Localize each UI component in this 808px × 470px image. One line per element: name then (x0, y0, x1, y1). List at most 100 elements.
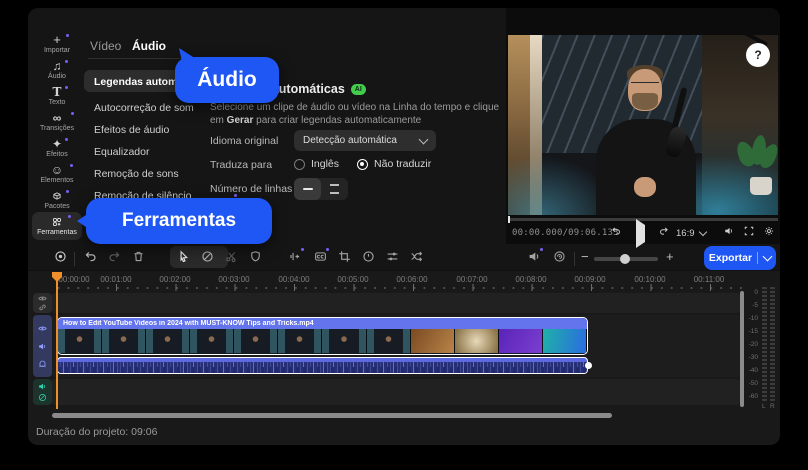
ruler-label: 00:00:00 (58, 275, 89, 284)
undo-icon[interactable] (84, 250, 97, 263)
tools-callout-label: Ferramentas (122, 210, 236, 232)
two-lines-option[interactable] (321, 178, 348, 200)
track-overlay-empty[interactable] (52, 293, 740, 313)
ghost-icon[interactable] (38, 359, 47, 368)
skip-forward-icon[interactable] (659, 226, 669, 236)
sidebar-item-import[interactable]: + Importar (32, 32, 82, 56)
notification-dot (301, 248, 304, 251)
person-hands (634, 177, 656, 197)
transport-controls: 00:00.000/09:06.133 16:9 (506, 224, 780, 244)
loop-shuffle-icon[interactable] (410, 250, 423, 263)
aspect-ratio-dropdown[interactable]: 16:9 (676, 228, 706, 239)
adjustments-sliders-icon[interactable] (386, 250, 399, 263)
plant (736, 133, 778, 193)
tab-video[interactable]: Vídeo (90, 39, 121, 53)
horizontal-scrollbar[interactable] (52, 413, 612, 418)
vu-meter-left (762, 287, 767, 401)
play-button[interactable] (636, 225, 645, 243)
language-dropdown[interactable]: Detecção automática (294, 130, 436, 151)
link-clips-icon[interactable] (201, 250, 214, 263)
video-clip-thumbnails (58, 329, 587, 353)
audio-clip[interactable] (57, 357, 588, 374)
ruler-label: 00:03:00 (218, 275, 249, 284)
pointer-tool-icon[interactable] (177, 250, 190, 263)
audio-levels-icon[interactable] (289, 250, 302, 263)
fullscreen-icon[interactable] (744, 226, 754, 236)
two-lines-icon (330, 184, 339, 194)
package-icon (52, 191, 62, 202)
sidebar-item-audio[interactable]: ♫ Áudio (32, 58, 82, 82)
marker-shield-icon[interactable] (249, 250, 262, 263)
sidebar-item-tools[interactable]: Ferramentas (32, 212, 82, 240)
ruler-label: 00:10:00 (634, 275, 665, 284)
track-video-header (33, 315, 52, 377)
radio-no-translate[interactable]: Não traduzir (357, 158, 431, 170)
eye-icon[interactable] (38, 294, 47, 303)
menu-item-equalizer[interactable]: Equalizador (94, 146, 244, 158)
notification-dot (65, 138, 68, 141)
help-button[interactable]: ? (746, 43, 770, 67)
track-audio-empty[interactable] (52, 379, 740, 405)
link-off-icon[interactable] (38, 393, 47, 402)
sidebar-item-label: Áudio (48, 73, 66, 80)
audio-mixer-icon[interactable] (553, 250, 566, 263)
meter-scale-label: -60 (744, 393, 758, 400)
volume-icon[interactable] (724, 226, 734, 236)
timeline-ruler-ticks[interactable] (52, 284, 742, 291)
timeline-volume-icon[interactable] (528, 250, 541, 263)
eye-icon[interactable] (38, 324, 47, 333)
aspect-ratio-value: 16:9 (676, 228, 695, 239)
sidebar-item-effects[interactable]: ✦ Efeitos (32, 136, 82, 160)
notification-dot (66, 34, 69, 37)
sidebar-item-elements[interactable]: ☺ Elementos (32, 162, 82, 186)
export-button[interactable]: Exportar (704, 246, 776, 270)
radio-label: Inglês (311, 158, 339, 170)
export-options-chevron[interactable] (758, 256, 776, 260)
smiley-icon: ☺ (51, 165, 63, 176)
sidebar-item-transitions[interactable]: ∞ Transições (32, 110, 82, 134)
audio-waveform-detail (58, 367, 587, 373)
record-icon[interactable] (54, 250, 67, 263)
zoom-slider-handle[interactable] (620, 254, 630, 264)
ruler-label: 00:04:00 (278, 275, 309, 284)
notification-dot (65, 60, 68, 63)
zoom-out-button[interactable]: − (581, 249, 589, 264)
delete-trash-icon[interactable] (132, 250, 145, 263)
link-icon[interactable] (38, 303, 47, 312)
playhead-pin[interactable] (51, 271, 63, 283)
sidebar-item-label: Texto (49, 99, 66, 106)
ruler-label: 00:11:00 (694, 275, 725, 284)
sidebar-item-packages[interactable]: Pacotes (32, 188, 82, 212)
zoom-in-button[interactable]: + (666, 249, 674, 264)
speaker-icon[interactable] (38, 382, 47, 391)
tab-audio[interactable]: Áudio (132, 39, 166, 53)
speed-clock-icon[interactable] (362, 250, 375, 263)
sidebar-item-label: Transições (40, 125, 74, 132)
meter-scale-label: -40 (744, 367, 758, 374)
notification-dot (68, 215, 71, 218)
clip-resize-handle[interactable] (585, 362, 592, 369)
playhead-line[interactable] (56, 273, 58, 409)
preview-panel: ? 00:00.000/09:06.133 16:9 (506, 8, 780, 244)
ruler-label: 00:06:00 (396, 275, 427, 284)
radio-english[interactable]: Inglês (294, 158, 339, 170)
language-label: Idioma original (210, 135, 278, 147)
crop-icon[interactable] (338, 250, 351, 263)
sidebar-item-label: Efeitos (46, 151, 67, 158)
video-clip-title: How to Edit YouTube Videos in 2024 with … (63, 320, 314, 327)
music-note-icon: ♫ (53, 61, 62, 72)
speaker-icon[interactable] (38, 342, 47, 351)
app-window: + Importar ♫ Áudio T Texto ∞ Transições … (28, 8, 780, 445)
plus-icon: + (53, 35, 61, 46)
video-clip[interactable]: How to Edit YouTube Videos in 2024 with … (57, 317, 588, 355)
skip-back-icon[interactable] (611, 226, 621, 236)
sidebar-item-text[interactable]: T Texto (32, 84, 82, 108)
one-line-option[interactable] (294, 178, 321, 200)
language-dropdown-value: Detecção automática (303, 135, 397, 146)
cut-scissors-icon[interactable] (225, 250, 238, 263)
ruler-label: 00:05:00 (337, 275, 368, 284)
preview-settings-gear-icon[interactable] (764, 226, 774, 236)
timeline-zoom-slider[interactable] (594, 257, 658, 261)
captions-cc-icon[interactable] (314, 250, 327, 263)
redo-icon[interactable] (108, 250, 121, 263)
